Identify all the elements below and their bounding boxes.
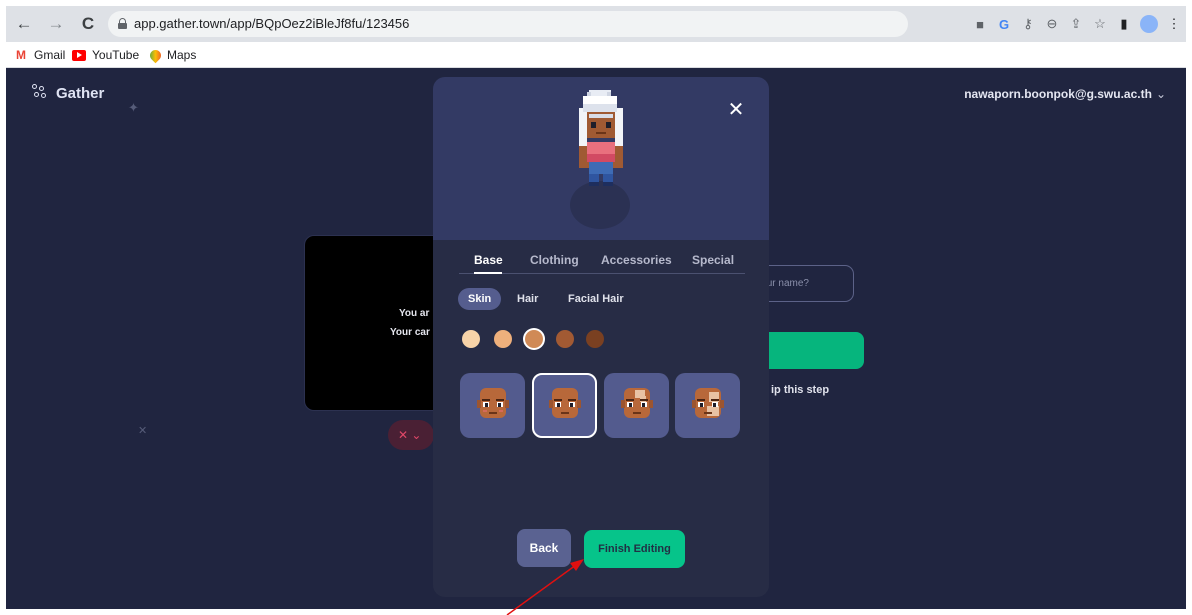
chevron-down-icon: ⌄: [1155, 87, 1166, 101]
user-email: nawaporn.boonpok@g.swu.ac.th: [964, 87, 1152, 101]
gather-logo-icon: [32, 84, 50, 102]
mic-toggle[interactable]: ✕ ⌄: [388, 420, 434, 450]
face-option-icon: [549, 388, 581, 418]
gather-page: Gather ✦ ✕ nawaporn.boonpok@g.swu.ac.th ⌄…: [6, 68, 1186, 609]
youtube-icon: [72, 49, 86, 61]
skin-swatch[interactable]: [462, 330, 480, 348]
forward-arrow-icon[interactable]: →: [46, 14, 66, 34]
bookmark-youtube[interactable]: YouTube: [72, 48, 139, 62]
face-option-icon: [477, 388, 509, 418]
bookmark-label: YouTube: [92, 48, 140, 62]
face-option-card[interactable]: [675, 373, 740, 438]
name-placeholder: ur name?: [766, 278, 809, 289]
face-option-card[interactable]: [604, 373, 669, 438]
profile-avatar-icon[interactable]: [1140, 15, 1158, 33]
tab-clothing[interactable]: Clothing: [530, 253, 579, 274]
mic-muted-icon: ✕ ⌄: [398, 428, 422, 442]
bookmark-label: Gmail: [34, 48, 66, 62]
skin-swatch[interactable]: [586, 330, 604, 348]
maps-icon: [147, 47, 164, 63]
tab-accessories[interactable]: Accessories: [601, 253, 672, 274]
lock-icon: [118, 18, 127, 29]
bookmarks-bar: M Gmail YouTube Maps: [6, 42, 1186, 68]
logo-text: Gather: [56, 84, 105, 102]
bookmark-maps[interactable]: Maps: [147, 47, 197, 63]
gather-logo[interactable]: Gather: [32, 84, 104, 102]
back-arrow-icon[interactable]: ←: [14, 14, 34, 34]
skin-swatch-selected[interactable]: [525, 330, 543, 348]
avatar-preview-sprite: [579, 90, 623, 186]
menu-kebab-icon[interactable]: ⋮: [1162, 16, 1186, 32]
camera-status-text: You ar: [399, 308, 430, 319]
address-bar[interactable]: app.gather.town/app/BQpOez2iBleJf8fu/123…: [108, 11, 908, 37]
face-option-icon: [692, 388, 724, 418]
zoom-icon[interactable]: ⊖: [1040, 16, 1064, 32]
sparkle-icon: ✦: [128, 100, 139, 115]
face-option-card-selected[interactable]: [532, 373, 597, 438]
share-icon[interactable]: ⇪: [1064, 16, 1088, 32]
subtab-hair[interactable]: Hair: [507, 288, 548, 310]
url-text: app.gather.town/app/BQpOez2iBleJf8fu/123…: [134, 16, 410, 31]
subtab-skin[interactable]: Skin: [458, 288, 502, 310]
skin-swatch[interactable]: [556, 330, 574, 348]
gmail-icon: M: [14, 47, 28, 62]
browser-chrome: ← → C app.gather.town/app/BQpOez2iBleJf8…: [6, 6, 1186, 68]
browser-tool-icons: ■ G ⚷ ⊖ ⇪ ☆ ▮ ⋮: [968, 14, 1186, 34]
tab-special[interactable]: Special: [692, 253, 734, 274]
user-menu[interactable]: nawaporn.boonpok@g.swu.ac.th ⌄: [964, 87, 1166, 101]
tab-base[interactable]: Base: [474, 253, 503, 274]
side-panel-icon[interactable]: ▮: [1112, 16, 1136, 32]
avatar-editor-modal: ✕ Base Clothing Accessories Special Skin…: [433, 77, 769, 597]
camera-status-text: Your car: [390, 327, 430, 338]
face-option-card[interactable]: [460, 373, 525, 438]
key-icon[interactable]: ⚷: [1016, 16, 1040, 32]
sparkle-icon: ✕: [138, 425, 148, 437]
subtab-facial-hair[interactable]: Facial Hair: [558, 288, 634, 310]
bookmark-star-icon[interactable]: ☆: [1088, 16, 1112, 32]
close-icon[interactable]: ✕: [726, 100, 746, 120]
camera-icon[interactable]: ■: [968, 17, 992, 32]
avatar-preview-panel: ✕: [433, 77, 769, 240]
bookmark-gmail[interactable]: M Gmail: [14, 48, 65, 62]
browser-toolbar: ← → C app.gather.town/app/BQpOez2iBleJf8…: [6, 6, 1186, 42]
face-option-icon: [621, 388, 653, 418]
category-tabs: Base Clothing Accessories Special: [459, 253, 745, 274]
skin-swatch[interactable]: [494, 330, 512, 348]
skip-step-link[interactable]: ip this step: [771, 384, 829, 396]
bookmark-label: Maps: [167, 48, 197, 62]
back-button[interactable]: Back: [517, 529, 571, 567]
reload-icon[interactable]: C: [78, 14, 98, 34]
finish-editing-button[interactable]: Finish Editing: [584, 530, 685, 568]
google-translate-icon[interactable]: G: [992, 17, 1016, 32]
